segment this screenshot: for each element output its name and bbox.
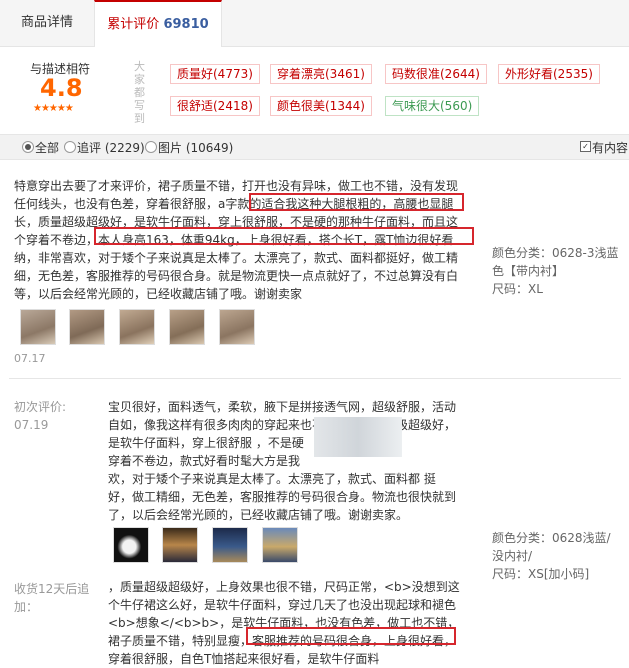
review-3-text: ，质量超级超级好，上身效果也很不错，尺码正常，<b>没想到这 个牛仔裙这么好，是… — [108, 578, 468, 668]
tag-strong-smell[interactable]: 气味很大(560) — [385, 96, 480, 116]
followup-label-2: 加： — [14, 600, 39, 614]
review-photo[interactable] — [219, 309, 255, 345]
review-2-text: 宝贝很好，面料透气，柔软，腋下是拼接透气网，超级舒服，活动 自如，像我这样有很多… — [108, 398, 468, 524]
filter-all-label: 全部 — [35, 141, 60, 155]
review-2-spec-color-2: 没内衬/ — [492, 549, 533, 563]
radio-followup[interactable] — [64, 141, 76, 153]
review-2-line: 宝贝很好，面料透气，柔软，腋下是拼接透气网，超级舒服，活动 — [108, 400, 457, 414]
review-filter-bar: 全部 追评 (2229) 图片 (10649) ✓ 有内容 — [0, 134, 629, 160]
highlight-box — [246, 627, 456, 645]
tag-size-accurate[interactable]: 码数很准(2644) — [385, 64, 487, 84]
review-3-line: 个牛仔裙这么好，是软牛仔面料，穿过几天了也没出现起球和褪色 — [108, 598, 457, 612]
highlight-box — [249, 193, 464, 211]
has-content-checkbox[interactable]: ✓ — [580, 141, 591, 152]
review-1-spec-color-2: 色【带内衬】 — [492, 264, 565, 278]
review-1-line: 等，以后会经常光顾的，已经收藏店铺了哦。谢谢卖家 — [14, 287, 303, 301]
tag-quality-good[interactable]: 质量好(4773) — [170, 64, 260, 84]
review-2-line: 了，以后会经常光顾的，已经收藏店铺了哦。谢谢卖家。 — [108, 508, 409, 522]
filter-followup-label: 追评 (2229) — [77, 141, 145, 155]
tab-reviews-label: 累计评价 — [107, 17, 160, 32]
tab-bar: 商品详情 累计评价 69810 — [0, 0, 629, 47]
radio-pictures[interactable] — [145, 141, 157, 153]
review-2-line: 好，做工精细，无色差，客服推荐的号码很合身。物流也很快就到 — [108, 490, 457, 504]
review-2-line: 自如，像我这样有很多肉肉的穿起来也不紧绷，质量超级超级好， — [108, 418, 457, 432]
tag-color-nice[interactable]: 颜色很美(1344) — [270, 96, 372, 116]
review-2-line: 是软牛仔面料，穿上很舒服 ，不是硬 — [108, 436, 304, 450]
first-review-date: 07.19 — [14, 418, 49, 432]
followup-label: 收货12天后追 — [14, 582, 90, 596]
review-1-spec-color: 颜色分类：0628-3浅蓝 — [492, 246, 619, 260]
review-photo[interactable] — [212, 527, 248, 563]
review-2-spec-color: 颜色分类：0628浅蓝/ — [492, 531, 611, 545]
review-1-line: 细，无色差，客服推荐的号码很合身。就是物流更快一点点就好了，不过总算没有白 — [14, 269, 459, 283]
review-1-spec-size: 尺码：XL — [492, 282, 543, 296]
review-2-line: 欢，对于矮个子来说真是太棒了。太漂亮了，款式、面料都 挺 — [108, 472, 436, 486]
review-1-line: 纳，非常喜欢，对于矮个子来说真是太棒了。太漂亮了，款式、面料都挺好，做工精 — [14, 251, 459, 265]
review-2-spec-size: 尺码：XS[加小码] — [492, 567, 590, 581]
tag-looks-pretty[interactable]: 穿着漂亮(3461) — [270, 64, 372, 84]
tab-reviews-count: 69810 — [163, 17, 209, 32]
review-3-line: 穿着很舒服，自色T恤搭起来很好看，是软牛仔面料 — [108, 652, 380, 666]
tag-comfortable[interactable]: 很舒适(2418) — [170, 96, 260, 116]
review-photo[interactable] — [169, 309, 205, 345]
rating-score: 4.8 — [40, 74, 83, 102]
review-divider — [9, 378, 621, 379]
review-1-date: 07.17 — [14, 352, 46, 365]
review-photo[interactable] — [119, 309, 155, 345]
highlight-box — [94, 227, 474, 245]
radio-all[interactable] — [22, 141, 34, 153]
has-content-label: 有内容 — [592, 141, 629, 155]
tab-reviews[interactable]: 累计评价 69810 — [94, 0, 222, 47]
filter-pictures-label: 图片 (10649) — [158, 141, 234, 155]
review-3-line: ，质量超级超级好，上身效果也很不错，尺码正常，<b>没想到这 — [108, 580, 460, 594]
tab-product-details[interactable]: 商品详情 — [0, 0, 94, 46]
review-photo[interactable] — [262, 527, 298, 563]
rating-stars-icon: ★★★★★ — [33, 103, 74, 114]
review-photo[interactable] — [69, 309, 105, 345]
first-review-label: 初次评价: — [14, 400, 67, 414]
blurred-region — [314, 417, 402, 457]
review-photo[interactable] — [20, 309, 56, 345]
review-2-line: 穿着不卷边，款式好看时髦大方是我 — [108, 454, 301, 468]
review-photo[interactable] — [162, 527, 198, 563]
review-photo[interactable] — [113, 527, 149, 563]
tag-shape-nice[interactable]: 外形好看(2535) — [498, 64, 600, 84]
tags-title: 大家都写到 — [134, 60, 145, 125]
